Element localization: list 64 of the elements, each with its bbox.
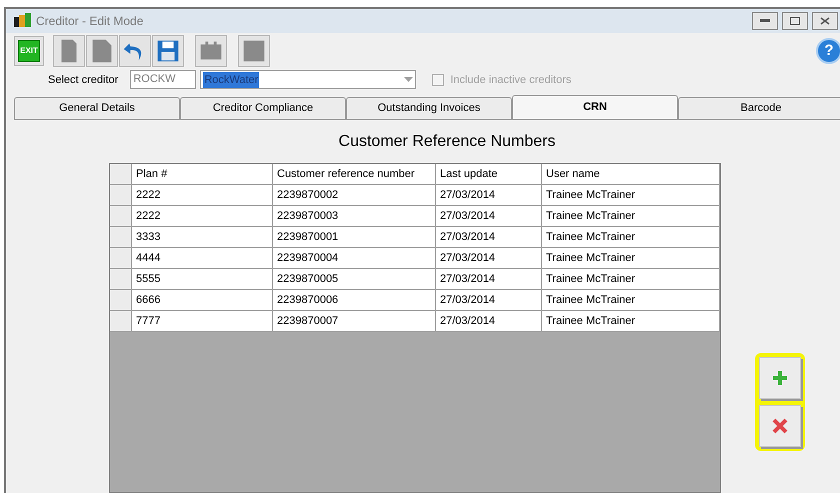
table-cell: Trainee McTrainer <box>542 227 720 247</box>
table-cell: 7777 <box>132 311 273 331</box>
tab[interactable]: CRN <box>512 95 678 119</box>
table-cell: 2222 <box>132 206 273 226</box>
close-icon <box>820 17 830 26</box>
tab[interactable]: Outstanding Invoices <box>346 97 512 119</box>
table-cell: 27/03/2014 <box>436 185 542 205</box>
row-selector[interactable] <box>110 185 132 205</box>
table-cell: 2239870001 <box>273 227 436 247</box>
table-cell: Trainee McTrainer <box>542 311 720 331</box>
row-selector[interactable] <box>110 227 132 247</box>
row-selector[interactable] <box>110 248 132 268</box>
table-cell: Trainee McTrainer <box>542 290 720 310</box>
table-cell: 27/03/2014 <box>436 311 542 331</box>
column-header[interactable]: Customer reference number <box>273 164 436 184</box>
row-selector[interactable] <box>110 290 132 310</box>
delete-button[interactable] <box>759 405 801 447</box>
table-cell: 2222 <box>132 185 273 205</box>
tab[interactable]: General Details <box>14 97 180 119</box>
column-header[interactable]: User name <box>542 164 720 184</box>
cross-icon <box>772 418 788 434</box>
include-inactive-label: Include inactive creditors <box>450 72 572 88</box>
table-cell: 27/03/2014 <box>436 269 542 289</box>
table-cell: 3333 <box>132 227 273 247</box>
help-button[interactable]: ? <box>816 38 840 64</box>
table-cell: Trainee McTrainer <box>542 185 720 205</box>
dropdown-caret-icon <box>404 77 414 82</box>
maximize-button[interactable] <box>782 12 808 30</box>
maximize-icon <box>790 17 800 26</box>
minimize-icon <box>760 19 770 24</box>
undo-tool-button[interactable] <box>119 34 151 67</box>
save-tool-button[interactable] <box>152 34 184 67</box>
table-cell: 2239870006 <box>273 290 436 310</box>
table-cell: 6666 <box>132 290 273 310</box>
table-cell: Trainee McTrainer <box>542 269 720 289</box>
row-selector[interactable] <box>110 269 132 289</box>
table-cell: 2239870003 <box>273 206 436 226</box>
close-button[interactable] <box>812 12 838 30</box>
plus-icon <box>772 370 788 386</box>
column-header[interactable]: Last update <box>436 164 542 184</box>
table-cell: 27/03/2014 <box>436 227 542 247</box>
select-creditor-label: Select creditor <box>48 72 118 88</box>
creditor-code-field[interactable]: ROCKW <box>130 70 196 90</box>
app-icon <box>14 13 32 30</box>
tab[interactable]: Creditor Compliance <box>180 97 346 119</box>
column-header[interactable]: Plan # <box>132 164 273 184</box>
window-title: Creditor - Edit Mode <box>36 13 144 30</box>
table-cell: Trainee McTrainer <box>542 206 720 226</box>
table-cell: 2239870007 <box>273 311 436 331</box>
section-heading: Customer Reference Numbers <box>338 132 556 152</box>
table-cell: 27/03/2014 <box>436 206 542 226</box>
add-button[interactable] <box>759 357 801 399</box>
table-cell: 5555 <box>132 269 273 289</box>
row-selector[interactable] <box>110 311 132 331</box>
table-cell: 2239870004 <box>273 248 436 268</box>
table-cell: 27/03/2014 <box>436 248 542 268</box>
table-cell: 4444 <box>132 248 273 268</box>
table-cell: Trainee McTrainer <box>542 248 720 268</box>
tab[interactable]: Barcode <box>678 97 840 119</box>
table-cell: 27/03/2014 <box>436 290 542 310</box>
row-selector[interactable] <box>110 206 132 226</box>
minimize-button[interactable] <box>752 12 778 30</box>
table-cell: 2239870002 <box>273 185 436 205</box>
table-cell: 2239870005 <box>273 269 436 289</box>
